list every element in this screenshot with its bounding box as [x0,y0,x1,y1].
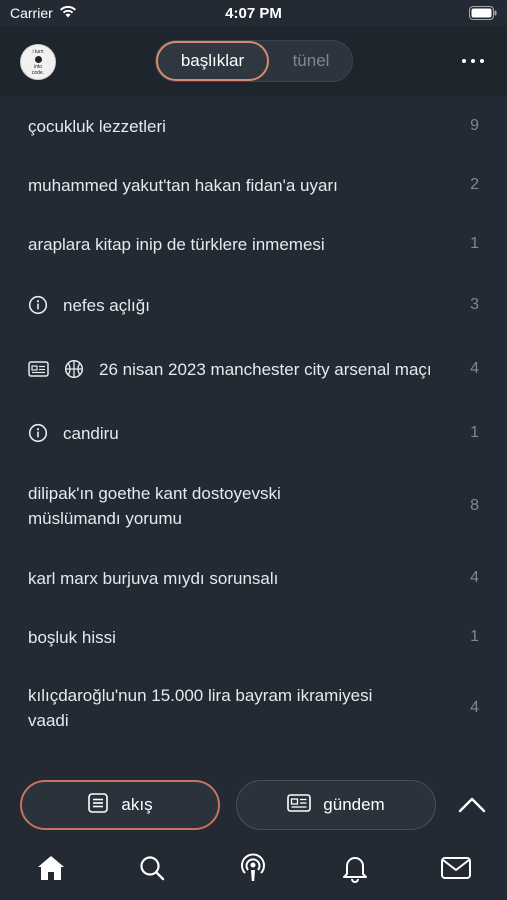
topic-row[interactable]: araplara kitap inip de türklere inmemesi… [0,226,507,262]
topic-row[interactable]: dilipak'ın goethe kant dostoyevski müslü… [0,480,507,532]
topic-title: araplara kitap inip de türklere inmemesi [28,234,325,254]
topic-count: 8 [470,497,479,514]
topic-title-wrap: dilipak'ın goethe kant dostoyevski müslü… [28,481,281,531]
akis-label: akış [121,795,153,814]
topic-count: 9 [470,117,479,134]
status-left: Carrier [10,5,77,21]
list-icon [87,792,109,819]
topic-title-line-1: dilipak'ın goethe kant dostoyevski [28,484,281,503]
home-icon[interactable] [31,848,71,888]
topic-row[interactable]: boşluk hissi 1 [0,619,507,655]
topic-title: muhammed yakut'tan hakan fidan'a uyarı [28,175,338,195]
topic-count: 1 [470,424,479,441]
topic-title: 26 nisan 2023 manchester city arsenal ma… [99,359,432,379]
mail-icon[interactable] [436,848,476,888]
avatar[interactable]: i turn into code. [20,44,56,80]
topic-title: çocukluk lezzetleri [28,116,166,136]
topic-count: 1 [470,235,479,252]
topic-count: 4 [470,360,479,377]
chevron-up-icon[interactable] [456,792,488,818]
info-icon [28,423,48,443]
bell-icon[interactable] [335,848,375,888]
newspaper-icon [287,793,312,818]
status-bar: Carrier 4:07 PM [0,0,507,26]
topic-row[interactable]: çocukluk lezzetleri 9 [0,108,507,144]
carrier-label: Carrier [10,5,53,21]
search-icon[interactable] [132,848,172,888]
topic-title-line-2: müslümandı yorumu [28,509,183,528]
topic-title-wrap: nefes açlığı [28,293,150,318]
topic-list: çocukluk lezzetleri 9 muhammed yakut'tan… [0,96,507,768]
avatar-text-3: code. [31,69,45,76]
info-icon [28,295,48,315]
topic-title: candiru [63,423,119,443]
topic-title-line-2: vaadi [28,711,69,730]
topic-title: nefes açlığı [63,295,150,315]
topic-count: 4 [470,569,479,586]
topic-title-line-1: kılıçdaroğlu'nun 15.000 lira bayram ikra… [28,686,373,705]
top-header: i turn into code. başlıklar tünel [0,26,507,96]
topic-count: 4 [470,699,479,716]
avatar-figure [34,55,42,63]
tab-bar [0,840,507,900]
gundem-button[interactable]: gündem [236,780,436,830]
topic-count: 1 [470,628,479,645]
topic-row[interactable]: karl marx burjuva mıydı sorunsalı 4 [0,560,507,596]
topic-title: karl marx burjuva mıydı sorunsalı [28,568,279,588]
segment-control: başlıklar tünel [155,40,353,82]
topic-title: boşluk hissi [28,627,116,647]
topic-title-wrap: candiru [28,421,119,446]
topic-row[interactable]: candiru 1 [0,415,507,451]
akis-button[interactable]: akış [20,780,220,830]
avatar-text-1: i turn [32,48,44,55]
wifi-icon [59,5,77,21]
topic-row[interactable]: nefes açlığı 3 [0,287,507,323]
gundem-label: gündem [323,795,385,814]
topic-count: 2 [470,176,479,193]
basketball-icon [64,359,84,379]
topic-title-wrap: 26 nisan 2023 manchester city arsenal ma… [28,357,432,382]
podcast-icon[interactable] [233,848,273,888]
topic-row[interactable]: 26 nisan 2023 manchester city arsenal ma… [0,351,507,387]
topic-row[interactable]: muhammed yakut'tan hakan fidan'a uyarı 2 [0,167,507,203]
tab-basliklar[interactable]: başlıklar [156,41,269,81]
topic-row[interactable]: kılıçdaroğlu'nun 15.000 lira bayram ikra… [0,682,507,734]
topic-count: 3 [470,296,479,313]
more-options-icon[interactable] [458,51,488,71]
newspaper-icon [28,360,49,378]
topic-title-wrap: kılıçdaroğlu'nun 15.000 lira bayram ikra… [28,683,372,733]
tab-tunel[interactable]: tünel [269,41,353,81]
battery-icon [469,6,497,20]
